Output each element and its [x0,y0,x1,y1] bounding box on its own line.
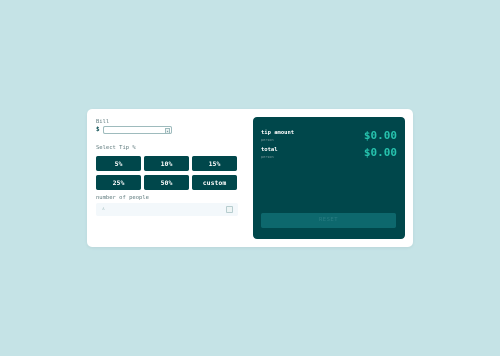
tip-50-button[interactable]: 50% [144,175,189,190]
tip-5-button[interactable]: 5% [96,156,141,171]
results-panel: tip amount person $0.00 total person $0.… [253,117,405,239]
total-title: total [261,147,278,153]
dollar-sign: $ [96,126,100,133]
input-panel: Bill $ ▲ Select Tip % 5% 10% 15% 25% 50%… [96,109,238,247]
tip-amount-sub: person [261,138,274,142]
tip-25-button[interactable]: 25% [96,175,141,190]
tip-options: 5% 10% 15% 25% 50% custom [96,156,238,190]
tip-15-button[interactable]: 15% [192,156,237,171]
tip-label: Select Tip % [96,145,136,151]
people-input[interactable]: ♙ [96,203,238,216]
tip-custom-button[interactable]: custom [192,175,237,190]
bill-input[interactable]: ▲ [103,126,172,134]
reset-button[interactable]: RESET [261,213,396,228]
tip-amount-title: tip amount [261,130,295,136]
people-label: number of people [96,195,149,201]
bill-label: Bill [96,119,110,125]
bill-stepper[interactable]: ▲ [165,128,170,134]
tip-amount-value: $0.00 [363,129,397,142]
total-sub: person [261,155,274,159]
tip-10-button[interactable]: 10% [144,156,189,171]
bill-row: $ ▲ [96,126,238,134]
people-stepper[interactable] [226,206,233,213]
calculator-card: Bill $ ▲ Select Tip % 5% 10% 15% 25% 50%… [87,109,413,247]
person-icon: ♙ [102,206,106,212]
total-value: $0.00 [363,146,397,159]
